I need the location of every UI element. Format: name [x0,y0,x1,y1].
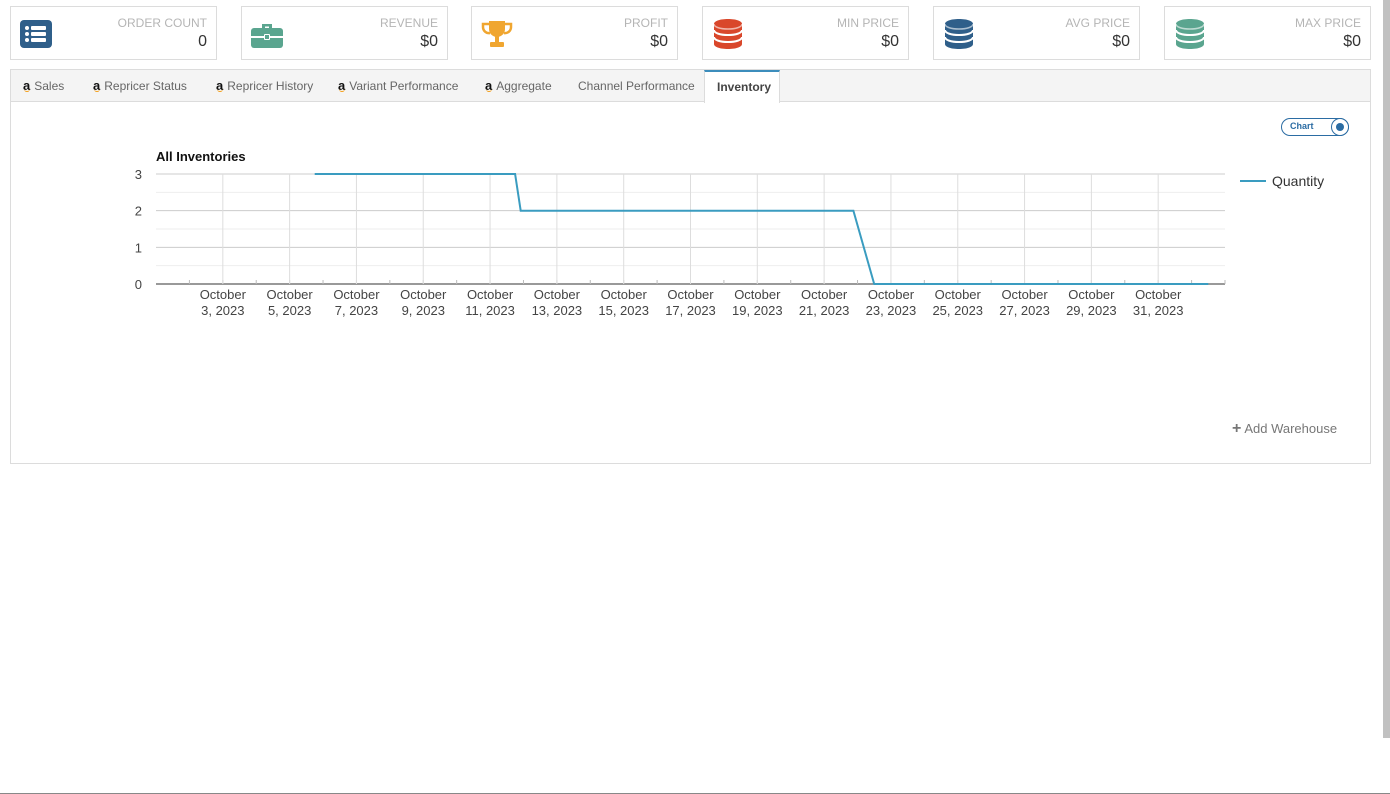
briefcase-icon [250,17,284,51]
x-tick-label-month: October [267,287,314,302]
x-tick-label: October 19, 2023 [732,287,783,318]
y-tick-label: 0 [135,277,142,292]
x-tick-label-month: October [333,287,380,302]
database-icon [711,17,745,51]
database-icon [1173,17,1207,51]
stat-label: MAX PRICE [1294,16,1361,30]
plus-icon: + [1232,420,1242,437]
trophy-icon [480,17,514,51]
x-tick-label: October 7, 2023 [333,287,380,318]
x-tick-label-date: 29, 2023 [1066,303,1117,318]
x-tick-label-month: October [1068,287,1115,302]
x-tick-label: October 9, 2023 [400,287,447,318]
stat-label: ORDER COUNT [117,16,207,30]
stat-card-order-count: ORDER COUNT 0 [10,6,217,60]
x-tick-label-date: 25, 2023 [932,303,983,318]
x-tick-label: October 3, 2023 [200,287,247,318]
stat-card-profit: PROFIT $0 [471,6,678,60]
x-tick-label-date: 19, 2023 [732,303,783,318]
x-tick-label-month: October [935,287,982,302]
chart-title: All Inventories [156,149,246,164]
stat-label: AVG PRICE [1065,16,1130,30]
x-tick-label-date: 17, 2023 [665,303,716,318]
x-tick-label: October 29, 2023 [1066,287,1117,318]
x-tick-label-month: October [801,287,848,302]
x-tick-label-date: 15, 2023 [598,303,649,318]
stat-value: $0 [1112,33,1130,50]
stat-card-avg-price: AVG PRICE $0 [933,6,1140,60]
stat-value: $0 [650,33,668,50]
x-tick-label: October 15, 2023 [598,287,649,318]
x-tick-label-date: 11, 2023 [465,303,515,318]
x-tick-label-month: October [734,287,781,302]
x-tick-label-date: 7, 2023 [335,303,378,318]
x-tick-label-date: 5, 2023 [268,303,311,318]
add-warehouse-label: Add Warehouse [1244,421,1338,436]
x-tick-label: October 31, 2023 [1133,287,1184,318]
y-tick-label: 1 [135,240,142,255]
stat-value: 0 [198,33,207,50]
x-tick-label-month: October [601,287,648,302]
x-tick-label: October 13, 2023 [532,287,583,318]
stat-card-min-price: MIN PRICE $0 [702,6,909,60]
x-tick-label-date: 27, 2023 [999,303,1050,318]
x-tick-label: October 17, 2023 [665,287,716,318]
x-tick-label-date: 3, 2023 [201,303,244,318]
x-tick-label: October 27, 2023 [999,287,1050,318]
x-tick-label-date: 9, 2023 [402,303,445,318]
stat-card-max-price: MAX PRICE $0 [1164,6,1371,60]
stat-label: PROFIT [624,16,668,30]
stat-cards: ORDER COUNT 0 REVENUE $0 PROFIT $0 MIN P… [10,6,1371,60]
y-tick-label: 2 [135,204,142,219]
database-icon [942,17,976,51]
x-tick-label: October 25, 2023 [932,287,983,318]
stat-value: $0 [1343,33,1361,50]
list-icon [19,17,53,51]
y-tick-label: 3 [135,167,142,182]
x-tick-label-date: 31, 2023 [1133,303,1184,318]
inventory-chart: All Inventories0123October 3, 2023October… [135,149,1324,318]
x-tick-label-month: October [400,287,447,302]
legend-label: Quantity [1272,173,1324,189]
x-tick-label: October 11, 2023 [465,287,515,318]
add-warehouse-button[interactable]: + Add Warehouse [1232,420,1337,438]
x-tick-label-date: 13, 2023 [532,303,583,318]
x-tick-label-date: 21, 2023 [799,303,850,318]
x-tick-label-month: October [1001,287,1048,302]
x-tick-label-date: 23, 2023 [866,303,917,318]
x-tick-label: October 5, 2023 [267,287,314,318]
stat-label: MIN PRICE [836,16,899,30]
x-tick-label-month: October [868,287,915,302]
x-tick-label-month: October [667,287,714,302]
x-tick-label-month: October [1135,287,1182,302]
x-tick-label-month: October [534,287,581,302]
page-scrollbar[interactable] [1383,0,1390,738]
stat-value: $0 [420,33,438,50]
tab-panel: a Sales a Repricer Status a Repricer History a… [10,69,1371,464]
x-tick-label: October 23, 2023 [866,287,917,318]
x-tick-label: October 21, 2023 [799,287,850,318]
x-tick-label-month: October [200,287,247,302]
stat-value: $0 [881,33,899,50]
x-tick-label-month: October [467,287,514,302]
stat-card-revenue: REVENUE $0 [241,6,448,60]
stat-label: REVENUE [379,16,438,30]
